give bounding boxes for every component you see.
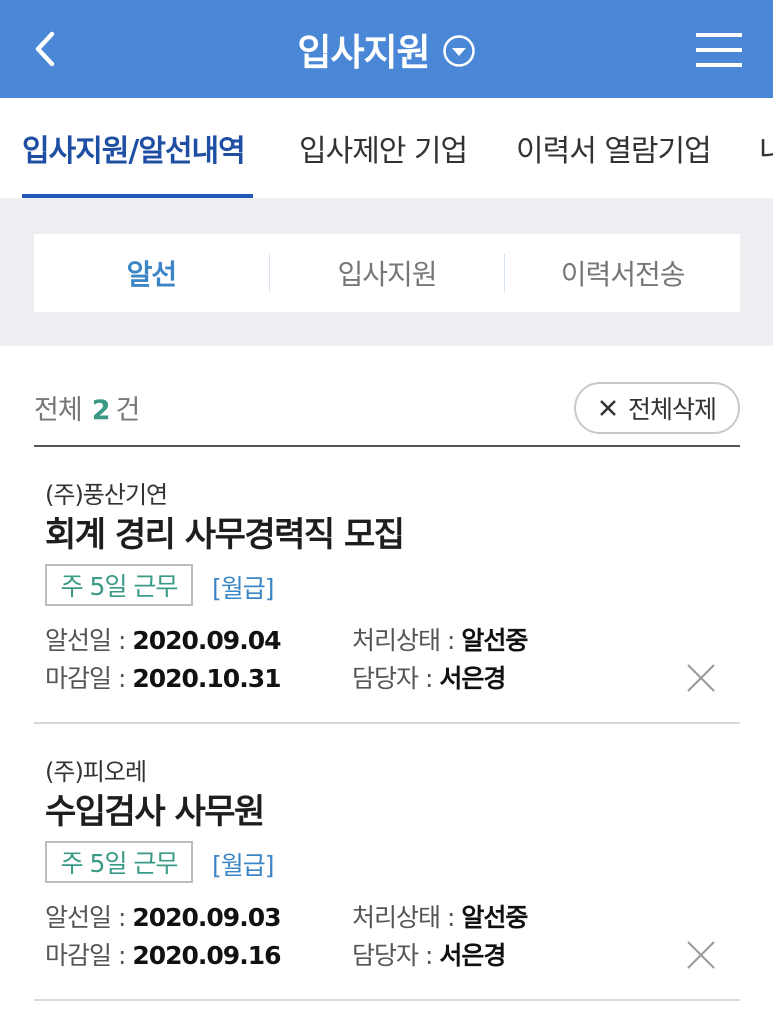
count-number: 2 xyxy=(91,395,111,426)
manager: 담당자 : 서은경 xyxy=(352,936,506,972)
manager-value: 서은경 xyxy=(439,941,506,970)
app-header: 입사지원 xyxy=(0,0,773,98)
status-label: 처리상태 : xyxy=(352,903,455,932)
job-title: 수입검사 사무원 xyxy=(45,792,265,832)
work-schedule-tag: 주 5일 근무 xyxy=(45,841,193,883)
work-schedule-tag: 주 5일 근무 xyxy=(45,564,193,606)
status-value: 알선중 xyxy=(461,903,528,932)
deadline-value: 2020.09.16 xyxy=(132,941,281,970)
result-summary: 전체 2 건 전체삭제 xyxy=(34,380,740,436)
deadline: 마감일 : 2020.09.16 xyxy=(45,936,281,972)
manager: 담당자 : 서은경 xyxy=(352,659,506,695)
process-status: 처리상태 : 알선중 xyxy=(352,898,528,934)
menu-button[interactable] xyxy=(694,30,744,70)
tab-more[interactable]: 내 xyxy=(759,98,773,198)
tab-application-history[interactable]: 입사지원/알선내역 xyxy=(22,98,246,198)
status-label: 처리상태 : xyxy=(352,626,455,655)
referral-date-label: 알선일 : xyxy=(45,626,126,655)
manager-label: 담당자 : xyxy=(352,941,433,970)
tab-resume-viewers[interactable]: 이력서 열람기업 xyxy=(516,98,712,198)
segment-area: 알선 입사지원 이력서전송 xyxy=(0,198,773,346)
chevron-down-circle-icon[interactable] xyxy=(442,34,476,68)
deadline-value: 2020.10.31 xyxy=(132,664,281,693)
referral-date: 알선일 : 2020.09.03 xyxy=(45,898,281,934)
close-icon xyxy=(687,941,715,969)
segment-referral[interactable]: 알선 xyxy=(34,234,269,312)
job-title: 회계 경리 사무경력직 모집 xyxy=(45,515,405,555)
job-card[interactable]: (주)피오레 수입검사 사무원 주 5일 근무 [월급] 알선일 : 2020.… xyxy=(34,724,740,1001)
remove-item-button[interactable] xyxy=(686,663,716,693)
total-count: 전체 2 건 xyxy=(34,388,140,427)
top-tab-bar: 입사지원/알선내역 입사제안 기업 이력서 열람기업 내 xyxy=(0,98,773,198)
pay-type-tag: [월급] xyxy=(212,851,275,880)
process-status: 처리상태 : 알선중 xyxy=(352,621,528,657)
company-name: (주)풍산기연 xyxy=(45,481,168,509)
manager-label: 담당자 : xyxy=(352,664,433,693)
page-title: 입사지원 xyxy=(297,31,430,74)
hamburger-menu-icon xyxy=(696,33,742,67)
pay-type-tag: [월급] xyxy=(212,574,275,603)
deadline: 마감일 : 2020.10.31 xyxy=(45,659,281,695)
total-label: 전체 xyxy=(34,395,83,426)
referral-date-label: 알선일 : xyxy=(45,903,126,932)
referral-date: 알선일 : 2020.09.04 xyxy=(45,621,281,657)
status-value: 알선중 xyxy=(461,626,528,655)
company-name: (주)피오레 xyxy=(45,758,147,786)
segment-resume-sent[interactable]: 이력서전송 xyxy=(505,234,740,312)
segment-application[interactable]: 입사지원 xyxy=(270,234,505,312)
deadline-label: 마감일 : xyxy=(45,664,126,693)
manager-value: 서은경 xyxy=(439,664,506,693)
referral-date-value: 2020.09.04 xyxy=(132,626,281,655)
deadline-label: 마감일 : xyxy=(45,941,126,970)
count-unit: 건 xyxy=(115,395,140,426)
delete-all-button[interactable]: 전체삭제 xyxy=(574,382,740,434)
tab-job-offers[interactable]: 입사제안 기업 xyxy=(299,98,468,198)
remove-item-button[interactable] xyxy=(686,940,716,970)
segment-control: 알선 입사지원 이력서전송 xyxy=(34,234,740,312)
referral-date-value: 2020.09.03 xyxy=(132,903,281,932)
close-icon xyxy=(687,664,715,692)
job-card[interactable]: (주)풍산기연 회계 경리 사무경력직 모집 주 5일 근무 [월급] 알선일 … xyxy=(34,447,740,724)
delete-all-label: 전체삭제 xyxy=(627,395,717,424)
close-icon xyxy=(600,400,616,416)
header-title-group[interactable]: 입사지원 xyxy=(0,0,773,98)
